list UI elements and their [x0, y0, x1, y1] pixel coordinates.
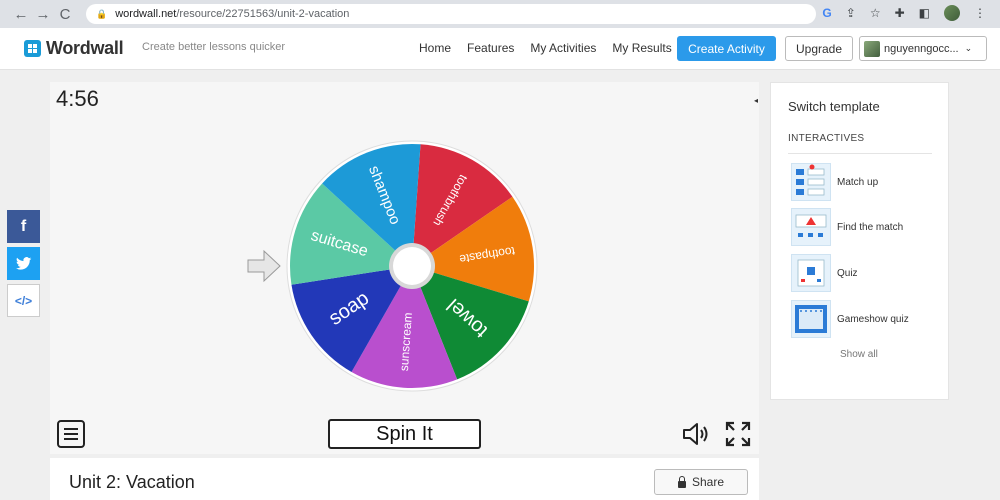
- find-the-match-thumbnail: [791, 208, 831, 246]
- show-all-link[interactable]: Show all: [840, 349, 878, 360]
- hamburger-icon: [64, 433, 78, 435]
- interactives-heading: INTERACTIVES: [788, 133, 865, 144]
- share-button[interactable]: Share: [654, 469, 748, 495]
- gameshow-quiz-thumbnail: [791, 300, 831, 338]
- twitter-share-button[interactable]: [7, 247, 40, 280]
- switch-template-title: Switch template: [788, 99, 880, 114]
- create-activity-button[interactable]: Create Activity: [677, 36, 776, 61]
- lock-icon: [677, 475, 686, 488]
- countdown-timer: 4:56: [56, 86, 99, 111]
- activity-title: Unit 2: Vacation: [69, 472, 195, 492]
- bookmark-star-icon[interactable]: ☆: [870, 6, 881, 20]
- template-gameshow-quiz[interactable]: Gameshow quiz: [791, 300, 909, 338]
- spin-button[interactable]: Spin It: [328, 419, 481, 449]
- logo-text: Wordwall: [46, 38, 124, 58]
- spinner-wheel[interactable]: toothbrushtoothpastetowelsunscreamsoapsu…: [246, 138, 546, 398]
- extensions-icon[interactable]: ✚: [895, 6, 905, 20]
- menu-dots-icon[interactable]: ⋮: [974, 6, 986, 20]
- match-up-thumbnail: [791, 163, 831, 201]
- lock-icon: 🔒: [96, 8, 108, 19]
- site-header: Wordwall Create better lessons quicker H…: [0, 28, 1000, 70]
- nav-my-results[interactable]: My Results: [612, 41, 671, 55]
- template-quiz[interactable]: Quiz: [791, 254, 858, 292]
- share-label: Share: [691, 475, 725, 489]
- nav-home[interactable]: Home: [419, 41, 451, 55]
- back-icon[interactable]: ←: [10, 6, 32, 23]
- address-bar[interactable]: 🔒 wordwall.net/resource/22751563/unit-2-…: [86, 4, 816, 24]
- username: nguyenngocc...: [884, 42, 959, 55]
- template-find-the-match[interactable]: Find the match: [791, 208, 903, 246]
- upgrade-button[interactable]: Upgrade: [785, 36, 853, 61]
- template-label: Find the match: [837, 221, 904, 233]
- quiz-thumbnail: [791, 254, 831, 292]
- tagline: Create better lessons quicker: [142, 41, 286, 53]
- embed-icon: </>: [14, 293, 33, 308]
- sound-icon[interactable]: [682, 422, 712, 446]
- share-page-icon[interactable]: ⇪: [846, 6, 856, 20]
- pointer-arrow-icon: [247, 249, 281, 283]
- game-controls: Spin It: [50, 412, 759, 454]
- sidepanel-icon[interactable]: ◧: [919, 6, 930, 20]
- facebook-icon: f: [20, 217, 27, 235]
- browser-toolbar: ← → C 🔒 wordwall.net/resource/22751563/u…: [0, 0, 1000, 28]
- facebook-share-button[interactable]: f: [7, 210, 40, 243]
- nav-my-activities[interactable]: My Activities: [530, 41, 596, 55]
- activity-title-row: Unit 2: Vacation Share: [50, 458, 759, 500]
- user-menu[interactable]: nguyenngocc... ⌄: [859, 36, 987, 61]
- wheel-hub-inner: [393, 247, 431, 285]
- main-nav: Home Features My Activities My Results: [419, 41, 672, 55]
- template-label: Quiz: [837, 267, 858, 279]
- collapse-arrow-icon[interactable]: ◂: [754, 96, 758, 105]
- hamburger-icon: [64, 438, 78, 440]
- template-match-up[interactable]: Match up: [791, 163, 878, 201]
- fullscreen-icon[interactable]: [725, 421, 751, 447]
- url-text: wordwall.net/resource/22751563/unit-2-va…: [115, 8, 350, 20]
- chevron-down-icon: ⌄: [964, 43, 973, 53]
- wordwall-logo[interactable]: Wordwall: [24, 38, 124, 59]
- forward-icon[interactable]: →: [32, 6, 54, 23]
- divider: [788, 153, 932, 154]
- nav-features[interactable]: Features: [467, 41, 514, 55]
- google-icon[interactable]: G: [822, 6, 831, 20]
- template-label: Gameshow quiz: [837, 313, 909, 325]
- profile-avatar[interactable]: [944, 5, 960, 21]
- embed-button[interactable]: </>: [7, 284, 40, 317]
- reload-icon[interactable]: C: [54, 6, 76, 23]
- template-label: Match up: [837, 176, 879, 188]
- user-avatar: [864, 40, 880, 57]
- switch-template-panel: Switch template INTERACTIVES Match up Fi…: [770, 82, 949, 400]
- hamburger-icon: [64, 428, 78, 430]
- game-menu-button[interactable]: [57, 420, 85, 448]
- logo-icon: [24, 40, 41, 57]
- twitter-icon: [15, 256, 31, 270]
- browser-actions: G ⇪ ☆ ✚ ◧ ⋮: [822, 5, 986, 21]
- game-panel: 4:56 ◂ toothbrush toothpaste towel sunscrea…: [50, 82, 759, 454]
